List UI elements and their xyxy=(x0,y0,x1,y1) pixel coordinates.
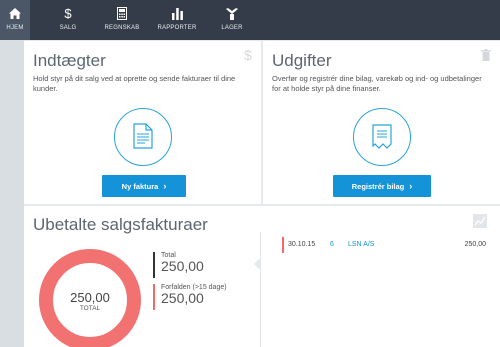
nav-label: LAGER xyxy=(221,25,243,31)
register-receipt-button[interactable]: Registrér bilag › xyxy=(333,175,431,197)
nav-label: HJEM xyxy=(6,25,24,31)
new-invoice-button[interactable]: Ny faktura › xyxy=(102,175,186,197)
invoice-circle xyxy=(114,108,172,166)
donut-label: TOTAL xyxy=(79,305,101,312)
new-invoice-button-label: Ny faktura xyxy=(121,181,159,191)
calculator-icon xyxy=(100,0,144,24)
nav-item-regnskab[interactable]: REGNSKAB xyxy=(100,0,144,40)
overdue-stat: Forfalden (>15 dage) 250,00 xyxy=(153,284,227,310)
trash-icon xyxy=(481,48,491,66)
top-navigation: HJEM $ SALG REGNSKAB RAPPORTER LAGER xyxy=(0,0,500,40)
receipt-circle xyxy=(353,108,411,166)
nav-label: SALG xyxy=(59,25,77,31)
expenses-title: Udgifter xyxy=(272,51,332,70)
invoice-amount: 250,00 xyxy=(464,241,486,248)
unpaid-title: Ubetalte salgsfakturaer xyxy=(33,215,208,234)
receipt-icon xyxy=(372,124,392,149)
nav-item-lager[interactable]: LAGER xyxy=(214,0,250,40)
invoice-date: 30.10.15 xyxy=(288,241,316,248)
overdue-value: 250,00 xyxy=(161,290,204,306)
home-icon xyxy=(0,0,30,24)
invoice-customer[interactable]: LSN A/S xyxy=(348,241,374,248)
bar-chart-icon xyxy=(154,0,200,24)
donut-value: 250,00 xyxy=(70,290,110,305)
income-title: Indtægter xyxy=(33,51,106,70)
invoice-row[interactable]: 30.10.15 6 LSN A/S 250,00 xyxy=(282,237,490,253)
nav-label: RAPPORTER xyxy=(157,25,197,31)
income-description: Hold styr på dit salg ved at oprette og … xyxy=(33,74,236,93)
dollar-icon: $ xyxy=(64,6,72,21)
expenses-description: Overfør og registrér dine bilag, varekøb… xyxy=(272,74,482,93)
invoice-number[interactable]: 6 xyxy=(330,241,334,248)
line-chart-icon xyxy=(473,214,487,233)
nav-item-rapporter[interactable]: RAPPORTER xyxy=(154,0,200,40)
left-strip xyxy=(0,40,24,347)
chevron-right-icon: › xyxy=(163,181,167,191)
total-stat: Total 250,00 xyxy=(153,252,204,278)
register-receipt-button-label: Registrér bilag xyxy=(351,181,405,191)
dollar-icon: $ xyxy=(244,47,252,63)
inventory-icon xyxy=(214,0,250,24)
divider-arrow xyxy=(254,257,261,271)
nav-item-salg[interactable]: $ SALG xyxy=(48,0,88,40)
nav-label: REGNSKAB xyxy=(104,25,140,31)
expenses-card: Udgifter Overfør og registrér dine bilag… xyxy=(263,41,500,204)
nav-item-home[interactable]: HJEM xyxy=(0,0,30,40)
section-divider xyxy=(260,232,261,347)
total-value: 250,00 xyxy=(161,258,204,274)
income-card: Indtægter $ Hold styr på dit salg ved at… xyxy=(24,41,261,204)
chevron-right-icon: › xyxy=(409,181,413,191)
document-icon xyxy=(133,123,153,149)
